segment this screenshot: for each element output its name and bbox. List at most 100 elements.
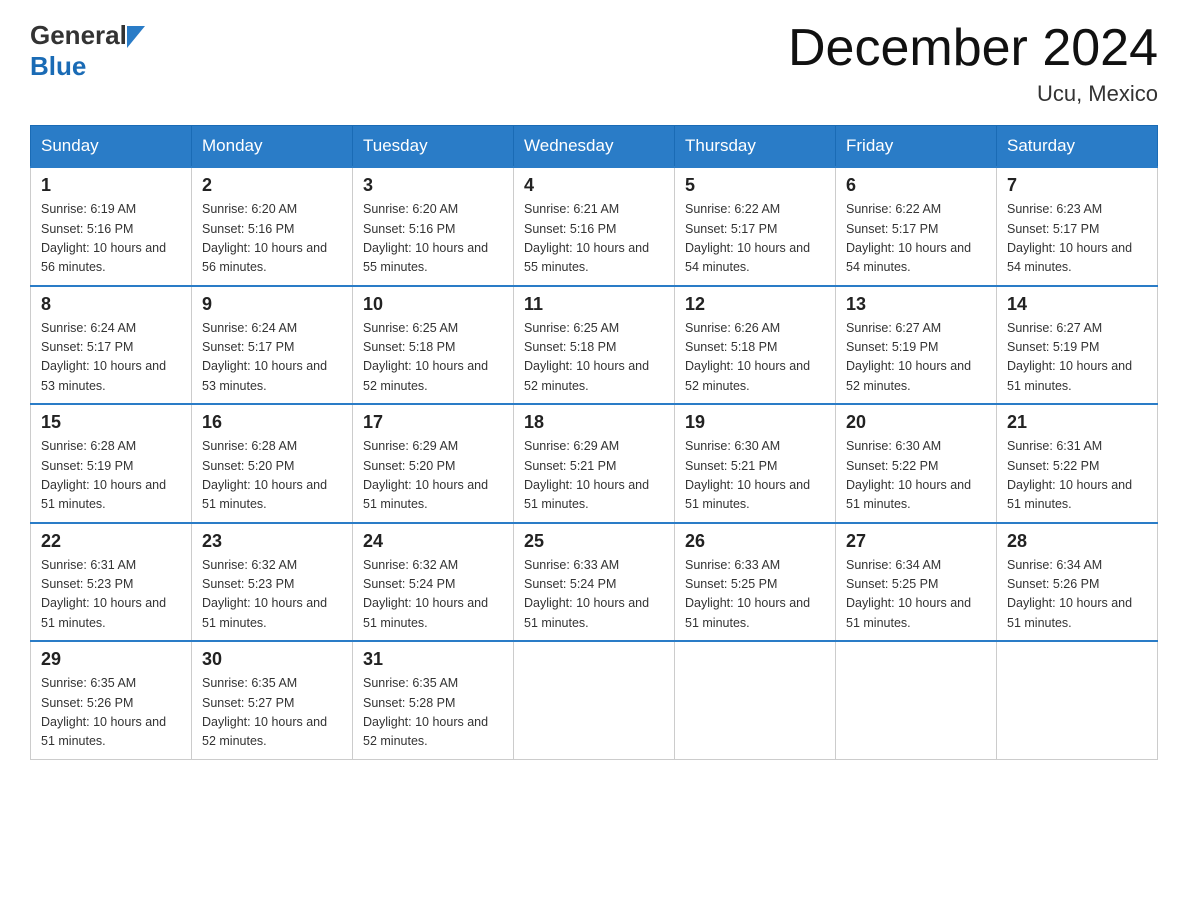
day-number: 7 — [1007, 175, 1147, 196]
calendar-day-cell: 19 Sunrise: 6:30 AMSunset: 5:21 PMDayligh… — [675, 404, 836, 523]
day-info: Sunrise: 6:35 AMSunset: 5:27 PMDaylight:… — [202, 674, 342, 752]
day-number: 6 — [846, 175, 986, 196]
logo-blue-text: Blue — [30, 51, 86, 82]
day-info: Sunrise: 6:26 AMSunset: 5:18 PMDaylight:… — [685, 319, 825, 397]
calendar-day-cell: 27 Sunrise: 6:34 AMSunset: 5:25 PMDayligh… — [836, 523, 997, 642]
calendar-day-cell: 13Sunrise: 6:27 AMSunset: 5:19 PMDayligh… — [836, 286, 997, 405]
day-info: Sunrise: 6:22 AMSunset: 5:17 PMDaylight:… — [846, 200, 986, 278]
day-info: Sunrise: 6:30 AMSunset: 5:21 PMDaylight:… — [685, 437, 825, 515]
day-number: 16 — [202, 412, 342, 433]
calendar-day-cell: 1Sunrise: 6:19 AMSunset: 5:16 PMDaylight… — [31, 167, 192, 286]
col-wednesday: Wednesday — [514, 126, 675, 168]
location-text: Ucu, Mexico — [788, 81, 1158, 107]
calendar-day-cell: 26Sunrise: 6:33 AMSunset: 5:25 PMDayligh… — [675, 523, 836, 642]
day-number: 29 — [41, 649, 181, 670]
day-info: Sunrise: 6:34 AMSunset: 5:25 PMDaylight:… — [846, 556, 986, 634]
day-number: 24 — [363, 531, 503, 552]
col-saturday: Saturday — [997, 126, 1158, 168]
day-info: Sunrise: 6:25 AMSunset: 5:18 PMDaylight:… — [524, 319, 664, 397]
day-number: 19 — [685, 412, 825, 433]
day-number: 9 — [202, 294, 342, 315]
day-number: 27 — [846, 531, 986, 552]
day-number: 30 — [202, 649, 342, 670]
calendar-day-cell — [514, 641, 675, 759]
day-number: 26 — [685, 531, 825, 552]
day-number: 31 — [363, 649, 503, 670]
day-number: 28 — [1007, 531, 1147, 552]
calendar-day-cell: 16 Sunrise: 6:28 AMSunset: 5:20 PMDayligh… — [192, 404, 353, 523]
calendar-day-cell: 6 Sunrise: 6:22 AMSunset: 5:17 PMDaylight… — [836, 167, 997, 286]
day-number: 20 — [846, 412, 986, 433]
calendar-day-cell: 9 Sunrise: 6:24 AMSunset: 5:17 PMDaylight… — [192, 286, 353, 405]
calendar-week-row: 29 Sunrise: 6:35 AMSunset: 5:26 PMDayligh… — [31, 641, 1158, 759]
logo-general-text: General — [30, 20, 127, 51]
day-number: 18 — [524, 412, 664, 433]
col-tuesday: Tuesday — [353, 126, 514, 168]
day-number: 15 — [41, 412, 181, 433]
day-info: Sunrise: 6:32 AMSunset: 5:23 PMDaylight:… — [202, 556, 342, 634]
day-number: 17 — [363, 412, 503, 433]
day-number: 12 — [685, 294, 825, 315]
calendar-day-cell: 24 Sunrise: 6:32 AMSunset: 5:24 PMDayligh… — [353, 523, 514, 642]
calendar-day-cell: 31 Sunrise: 6:35 AMSunset: 5:28 PMDayligh… — [353, 641, 514, 759]
day-number: 4 — [524, 175, 664, 196]
calendar-day-cell — [997, 641, 1158, 759]
calendar-day-cell: 14 Sunrise: 6:27 AMSunset: 5:19 PMDayligh… — [997, 286, 1158, 405]
day-number: 5 — [685, 175, 825, 196]
calendar-day-cell: 3 Sunrise: 6:20 AMSunset: 5:16 PMDaylight… — [353, 167, 514, 286]
calendar-day-cell: 21Sunrise: 6:31 AMSunset: 5:22 PMDayligh… — [997, 404, 1158, 523]
col-monday: Monday — [192, 126, 353, 168]
day-info: Sunrise: 6:33 AMSunset: 5:24 PMDaylight:… — [524, 556, 664, 634]
day-number: 2 — [202, 175, 342, 196]
col-thursday: Thursday — [675, 126, 836, 168]
calendar-day-cell: 23 Sunrise: 6:32 AMSunset: 5:23 PMDayligh… — [192, 523, 353, 642]
calendar-day-cell: 18 Sunrise: 6:29 AMSunset: 5:21 PMDayligh… — [514, 404, 675, 523]
calendar-day-cell: 5 Sunrise: 6:22 AMSunset: 5:17 PMDaylight… — [675, 167, 836, 286]
day-info: Sunrise: 6:24 AMSunset: 5:17 PMDaylight:… — [41, 319, 181, 397]
calendar-day-cell: 8 Sunrise: 6:24 AMSunset: 5:17 PMDaylight… — [31, 286, 192, 405]
day-number: 22 — [41, 531, 181, 552]
day-number: 14 — [1007, 294, 1147, 315]
day-number: 8 — [41, 294, 181, 315]
day-info: Sunrise: 6:35 AMSunset: 5:26 PMDaylight:… — [41, 674, 181, 752]
day-info: Sunrise: 6:20 AMSunset: 5:16 PMDaylight:… — [202, 200, 342, 278]
calendar-header-row: Sunday Monday Tuesday Wednesday Thursday… — [31, 126, 1158, 168]
col-friday: Friday — [836, 126, 997, 168]
calendar-day-cell: 20 Sunrise: 6:30 AMSunset: 5:22 PMDayligh… — [836, 404, 997, 523]
page-header: General Blue December 2024 Ucu, Mexico — [30, 20, 1158, 107]
day-info: Sunrise: 6:24 AMSunset: 5:17 PMDaylight:… — [202, 319, 342, 397]
calendar-day-cell: 22 Sunrise: 6:31 AMSunset: 5:23 PMDayligh… — [31, 523, 192, 642]
title-block: December 2024 Ucu, Mexico — [788, 20, 1158, 107]
calendar-day-cell: 15Sunrise: 6:28 AMSunset: 5:19 PMDayligh… — [31, 404, 192, 523]
calendar-week-row: 22 Sunrise: 6:31 AMSunset: 5:23 PMDayligh… — [31, 523, 1158, 642]
day-info: Sunrise: 6:27 AMSunset: 5:19 PMDaylight:… — [846, 319, 986, 397]
calendar-day-cell: 17Sunrise: 6:29 AMSunset: 5:20 PMDayligh… — [353, 404, 514, 523]
day-info: Sunrise: 6:20 AMSunset: 5:16 PMDaylight:… — [363, 200, 503, 278]
day-info: Sunrise: 6:35 AMSunset: 5:28 PMDaylight:… — [363, 674, 503, 752]
calendar-day-cell: 25 Sunrise: 6:33 AMSunset: 5:24 PMDayligh… — [514, 523, 675, 642]
day-info: Sunrise: 6:32 AMSunset: 5:24 PMDaylight:… — [363, 556, 503, 634]
calendar-day-cell: 7 Sunrise: 6:23 AMSunset: 5:17 PMDaylight… — [997, 167, 1158, 286]
calendar-week-row: 15Sunrise: 6:28 AMSunset: 5:19 PMDayligh… — [31, 404, 1158, 523]
calendar-day-cell: 30 Sunrise: 6:35 AMSunset: 5:27 PMDayligh… — [192, 641, 353, 759]
day-info: Sunrise: 6:22 AMSunset: 5:17 PMDaylight:… — [685, 200, 825, 278]
day-info: Sunrise: 6:28 AMSunset: 5:20 PMDaylight:… — [202, 437, 342, 515]
day-info: Sunrise: 6:30 AMSunset: 5:22 PMDaylight:… — [846, 437, 986, 515]
day-number: 10 — [363, 294, 503, 315]
calendar-day-cell: 29 Sunrise: 6:35 AMSunset: 5:26 PMDayligh… — [31, 641, 192, 759]
day-info: Sunrise: 6:25 AMSunset: 5:18 PMDaylight:… — [363, 319, 503, 397]
day-info: Sunrise: 6:23 AMSunset: 5:17 PMDaylight:… — [1007, 200, 1147, 278]
day-info: Sunrise: 6:27 AMSunset: 5:19 PMDaylight:… — [1007, 319, 1147, 397]
day-number: 23 — [202, 531, 342, 552]
calendar-day-cell: 28 Sunrise: 6:34 AMSunset: 5:26 PMDayligh… — [997, 523, 1158, 642]
day-number: 3 — [363, 175, 503, 196]
day-info: Sunrise: 6:31 AMSunset: 5:23 PMDaylight:… — [41, 556, 181, 634]
month-title: December 2024 — [788, 20, 1158, 77]
calendar-table: Sunday Monday Tuesday Wednesday Thursday… — [30, 125, 1158, 760]
calendar-day-cell: 2 Sunrise: 6:20 AMSunset: 5:16 PMDaylight… — [192, 167, 353, 286]
calendar-day-cell: 4Sunrise: 6:21 AMSunset: 5:16 PMDaylight… — [514, 167, 675, 286]
day-number: 25 — [524, 531, 664, 552]
day-info: Sunrise: 6:29 AMSunset: 5:21 PMDaylight:… — [524, 437, 664, 515]
day-number: 21 — [1007, 412, 1147, 433]
day-info: Sunrise: 6:34 AMSunset: 5:26 PMDaylight:… — [1007, 556, 1147, 634]
